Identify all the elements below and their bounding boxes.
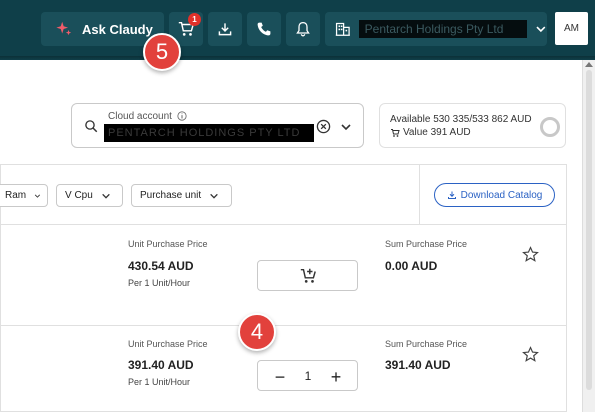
- unit-price-label: Unit Purchase Price: [128, 339, 208, 349]
- filter-ram-label: Ram: [5, 190, 27, 201]
- search-icon: [85, 120, 98, 133]
- chevron-down-icon: [536, 26, 546, 33]
- cloud-account-value: PENTARCH HOLDINGS PTY LTD: [104, 124, 314, 142]
- quantity-value: 1: [304, 369, 312, 383]
- clear-icon[interactable]: [316, 119, 331, 134]
- download-button[interactable]: [208, 12, 242, 46]
- sum-price-label: Sum Purchase Price: [385, 239, 468, 249]
- value-amount: 391 AUD: [430, 127, 471, 138]
- building-icon: [335, 22, 350, 36]
- filter-purchase-unit-label: Purchase unit: [140, 190, 202, 201]
- divider: [0, 224, 566, 225]
- chevron-down-icon: [34, 194, 41, 198]
- download-icon: [447, 191, 456, 199]
- company-selector[interactable]: Pentarch Holdings Pty Ltd: [325, 12, 547, 46]
- add-to-cart-button[interactable]: [257, 260, 358, 291]
- filter-vcpu-label: V Cpu: [65, 190, 93, 201]
- cloud-account-label: Cloud account: [108, 111, 172, 122]
- download-catalog-button[interactable]: Download Catalog: [434, 183, 555, 207]
- chevron-down-icon: [101, 193, 110, 199]
- star-icon[interactable]: [522, 346, 539, 363]
- unit-price-value: 430.54 AUD: [128, 259, 194, 273]
- company-name: Pentarch Holdings Pty Ltd: [358, 20, 528, 38]
- available-label: Available: [390, 114, 431, 125]
- cart-icon: [391, 128, 400, 137]
- unit-price-value: 391.40 AUD: [128, 358, 194, 372]
- scroll-up-arrow[interactable]: [585, 62, 593, 67]
- chevron-down-icon[interactable]: [340, 121, 352, 133]
- available-line: Available 530 335/533 862 AUD: [390, 114, 532, 125]
- cart-count-badge: 1: [188, 13, 201, 26]
- available-value: 530 335/533 862 AUD: [433, 114, 532, 125]
- ask-claudy-label: Ask Claudy: [82, 21, 153, 37]
- filter-purchase-unit[interactable]: Purchase unit: [131, 184, 232, 207]
- bell-icon: [296, 21, 310, 37]
- sparkle-icon: [56, 21, 72, 36]
- usage-ring: [540, 117, 560, 137]
- per-unit-text: Per 1 Unit/Hour: [128, 377, 191, 387]
- decrease-quantity-button[interactable]: −: [270, 367, 290, 388]
- chevron-down-icon: [210, 193, 218, 199]
- add-to-cart-icon: [300, 268, 316, 283]
- cloud-account-field[interactable]: Cloud account PENTARCH HOLDINGS PTY LTD: [71, 103, 364, 148]
- user-avatar[interactable]: AM: [555, 12, 588, 45]
- quantity-stepper: − 1 +: [257, 360, 358, 391]
- download-icon: [218, 23, 232, 36]
- balance-card: Available 530 335/533 862 AUD Value 391 …: [379, 103, 566, 148]
- value-line: Value 391 AUD: [390, 127, 471, 138]
- filter-vcpu[interactable]: V Cpu: [56, 184, 123, 207]
- scrollbar-thumb[interactable]: [586, 70, 592, 390]
- notifications-button[interactable]: [286, 12, 320, 46]
- divider: [419, 165, 420, 224]
- value-label: Value: [403, 127, 428, 138]
- phone-icon: [257, 22, 271, 36]
- step-marker-5: 5: [143, 33, 181, 71]
- filter-ram[interactable]: Ram: [0, 184, 48, 207]
- increase-quantity-button[interactable]: +: [326, 367, 346, 388]
- star-icon[interactable]: [522, 246, 539, 263]
- vertical-scrollbar[interactable]: [582, 60, 595, 412]
- divider: [0, 325, 566, 326]
- sum-price-value: 0.00 AUD: [385, 259, 438, 273]
- unit-price-label: Unit Purchase Price: [128, 239, 208, 249]
- sum-price-value: 391.40 AUD: [385, 358, 451, 372]
- download-catalog-label: Download Catalog: [460, 189, 543, 201]
- sum-price-label: Sum Purchase Price: [385, 339, 468, 349]
- phone-button[interactable]: [247, 12, 281, 46]
- step-marker-4: 4: [238, 313, 276, 351]
- per-unit-text: Per 1 Unit/Hour: [128, 278, 191, 288]
- info-icon: [177, 111, 187, 121]
